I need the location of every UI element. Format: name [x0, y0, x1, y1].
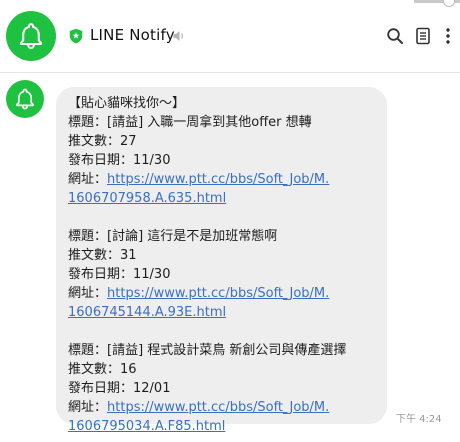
post-url-line: 網址：https://www.ptt.cc/bbs/Soft_Job/M. — [68, 398, 377, 417]
post-url-line-2: 1606745144.A.93E.html — [68, 303, 377, 322]
shield-star-icon — [69, 28, 83, 44]
message-intro: 【貼心貓咪找你～】 — [68, 96, 186, 111]
post-title: 標題：[請益] 程式設計菜鳥 新創公司與傳產選擇 — [68, 343, 347, 358]
bell-icon — [16, 88, 34, 110]
search-button[interactable] — [385, 26, 405, 46]
chat-title: LINE Notify — [90, 26, 175, 44]
search-icon — [387, 28, 403, 44]
post-url-line: 網址：https://www.ptt.cc/bbs/Soft_Job/M. — [68, 284, 377, 303]
post-push-count: 推文數：31 — [68, 248, 137, 263]
post-url-link[interactable]: https://www.ptt.cc/bbs/Soft_Job/M. — [107, 286, 329, 301]
post-url-label: 網址： — [68, 172, 108, 187]
post-url-line-2: 1606795034.A.F85.html — [68, 417, 377, 436]
post-title: 標題：[討論] 這行是不是加班常態啊 — [68, 229, 278, 244]
post-url-link[interactable]: 1606707958.A.635.html — [68, 191, 226, 206]
message-bubble[interactable]: 【貼心貓咪找你～】 標題：[請益] 入職一周拿到其他offer 想轉 推文數：2… — [56, 87, 387, 434]
notes-button[interactable] — [413, 26, 433, 46]
post-url-link[interactable]: https://www.ptt.cc/bbs/Soft_Job/M. — [107, 172, 329, 187]
post-url-line-2: 1606707958.A.635.html — [68, 189, 377, 208]
post-url-link[interactable]: https://www.ptt.cc/bbs/Soft_Job/M. — [107, 400, 329, 415]
more-vertical-icon — [446, 28, 450, 44]
notes-icon — [416, 27, 430, 45]
sender-avatar[interactable] — [6, 80, 44, 118]
post-push-count: 推文數：27 — [68, 134, 137, 149]
more-button[interactable] — [438, 26, 458, 46]
post-date: 發布日期：11/30 — [68, 267, 171, 282]
message-timestamp: 下午 4:24 — [396, 414, 442, 425]
bell-icon — [20, 23, 42, 49]
post-url-line: 網址：https://www.ptt.cc/bbs/Soft_Job/M. — [68, 170, 377, 189]
speaker-muted-icon — [173, 31, 184, 41]
post-date: 發布日期：11/30 — [68, 153, 171, 168]
post-url-label: 網址： — [68, 286, 108, 301]
post-date: 發布日期：12/01 — [68, 381, 171, 396]
post-url-label: 網址： — [68, 400, 108, 415]
chat-avatar[interactable] — [6, 11, 56, 61]
post-url-link[interactable]: 1606795034.A.F85.html — [68, 419, 225, 434]
post-url-link[interactable]: 1606745144.A.93E.html — [68, 305, 226, 320]
chat-header: LINE Notify — [0, 0, 460, 73]
post-title: 標題：[請益] 入職一周拿到其他offer 想轉 — [68, 115, 312, 130]
window-slider-knob[interactable] — [443, 0, 455, 7]
post-push-count: 推文數：16 — [68, 362, 137, 377]
